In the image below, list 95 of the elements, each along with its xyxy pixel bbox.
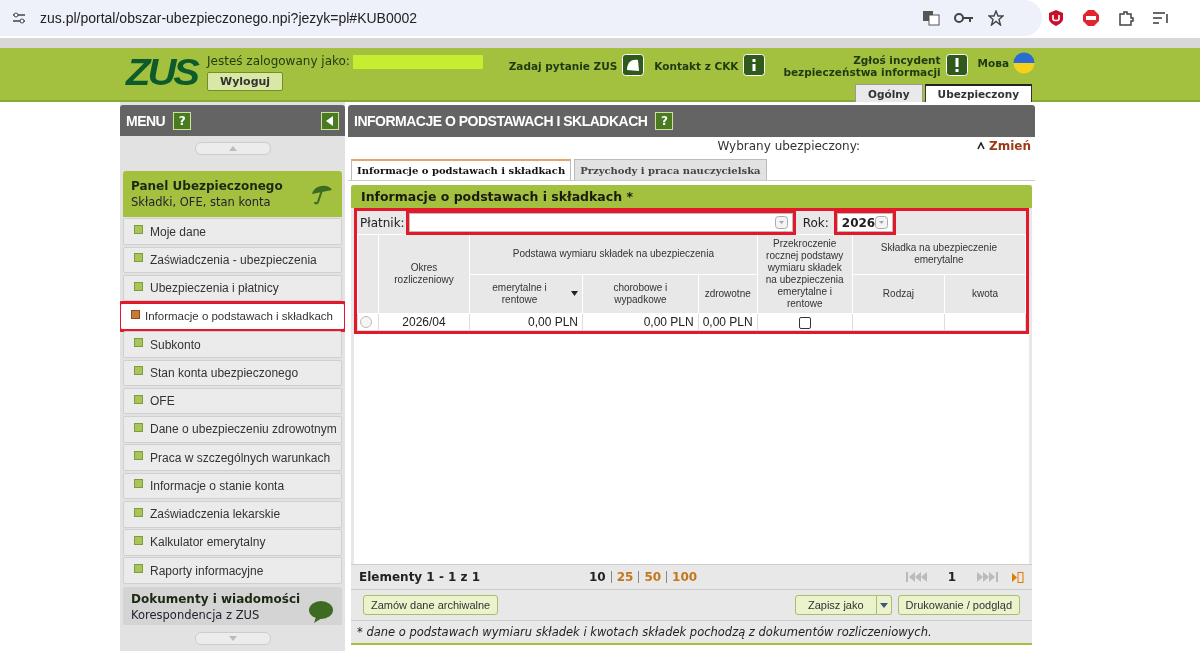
tab[interactable]: Przychody i praca nauczycielska [574,159,767,180]
chevron-up-icon [977,142,985,150]
chat-bubble-icon[interactable] [622,54,645,76]
menu-item[interactable]: Zaświadczenia - ubezpieczenia [123,246,342,274]
help-button[interactable]: ? [655,112,674,130]
column-header[interactable]: emerytalne i rentowe [469,274,583,314]
column-header: kwota [944,274,1026,314]
menu-item[interactable]: Moje dane [123,218,342,245]
menu-item[interactable]: Praca w szczególnych warunkach [123,444,342,471]
url-text: zus.pl/portal/obszar-ubezpieczonego.npi?jezyk=pl#KUB0002 [40,10,418,26]
panel-title: Dokumenty i wiadomości [131,591,302,606]
language-link[interactable]: Мова [977,57,1009,69]
column-header: Składka na ubezpieczenie emerytalne [852,234,1026,274]
panel-header[interactable]: Dokumenty i wiadomości Korespondencja z ZUS [123,586,342,626]
caret-up-icon [228,146,237,152]
reading-list-icon[interactable] [1152,11,1170,25]
items-count: Elementy 1 - 1 z 1 [359,570,482,584]
bullet-icon [134,281,143,291]
bullet-icon [134,225,143,235]
column-header: Rodzaj [852,274,945,314]
contact-link[interactable]: Kontakt z CKK [654,60,739,72]
header-tab[interactable]: Ubezpieczony [924,84,1032,102]
exclamation-icon[interactable] [945,54,968,76]
flag-icon[interactable] [1013,52,1035,74]
column-header: Przekroczenie rocznej podstawy wymiaru składek na ubezpieczenia emerytalne i rentowe [757,234,853,314]
bullet-icon [134,564,143,574]
bullet-icon [134,507,143,517]
table-cell: 0,00 PLN [469,313,583,331]
panel-subtitle: Korespondencja z ZUS [131,607,261,622]
ask-question-link[interactable]: Zadaj pytanie ZUS [508,60,618,72]
menu-item[interactable]: Dane o ubezpieczeniu zdrowotnym [123,416,342,443]
bullet-icon [134,479,143,489]
shield-icon[interactable] [1048,9,1064,27]
collapse-icon[interactable] [321,111,339,130]
menu-item[interactable]: Kalkulator emerytalny [123,529,342,556]
login-label: Jesteś zalogowany jako: [207,54,350,68]
logo[interactable]: ZUS [126,54,197,90]
payer-label: Płatnik: [360,215,405,230]
year-label: Rok: [802,215,829,230]
column-header: zdrowotne [698,274,758,314]
selected-insured-label: Wybrany ubezpieczony: [717,139,860,153]
menu-item[interactable]: Ubezpieczenia i płatnicy [123,274,342,302]
menu-item[interactable]: Raporty informacyjne [123,557,342,585]
page-size-link[interactable]: 10 [589,570,606,584]
table-cell: 2026/04 [378,313,470,331]
bullet-icon [134,394,143,404]
puzzle-icon[interactable] [1118,10,1134,26]
bullet-icon [131,309,140,319]
menu-item[interactable]: Informacje o stanie konta [123,472,342,500]
sort-arrow-icon [571,291,579,297]
bullet-icon [134,253,143,263]
radio-button[interactable] [360,316,372,328]
menu-item[interactable]: OFE [123,387,342,415]
menu-item[interactable]: Stan konta ubezpieczonego [123,359,342,387]
caret-down-icon [228,636,237,642]
panel-header[interactable]: Panel Ubezpieczonego Składki, OFE, stan konta [123,171,342,218]
help-button[interactable]: ? [173,111,192,130]
panel-subtitle: Składki, OFE, stan konta [131,195,272,210]
checkbox[interactable] [798,316,811,329]
footnote: * dane o podstawach wymiaru składek i kwotach składek pochodzą z dokumentów rozliczeniowych. [351,620,1032,643]
speech-bubble-icon [308,599,334,624]
panel-title: Panel Ubezpieczonego [131,179,284,194]
bullet-icon [134,366,143,376]
save-as-button[interactable]: Zapisz jako [794,595,877,615]
bullet-icon [134,422,143,432]
info-icon[interactable] [743,54,766,76]
menu-title: MENU [126,112,166,129]
star-icon[interactable] [988,10,1004,26]
menu-item[interactable]: Subkonto [123,331,342,358]
stop-sign-icon[interactable] [1082,9,1100,27]
section-title: Informacje o podstawach i składkach * [351,185,1032,208]
site-settings-icon [12,12,26,24]
year-dropdown[interactable]: 2026 [836,213,893,232]
tab[interactable]: Informacje o podstawach i składkach [351,159,572,180]
header-tab[interactable]: Ogólny [855,84,923,102]
print-preview-button[interactable]: Drukowanie / podgląd [897,595,1020,615]
bullet-icon [134,451,143,461]
report-incident-link[interactable]: Zgłoś incydent bezpieczeństwa informacji [783,54,941,78]
bullet-icon [134,536,143,545]
table-cell: 0,00 PLN [698,313,758,331]
page-title: INFORMACJE O PODSTAWACH I SKLADKACH [354,113,648,129]
caret-down-icon [879,602,888,608]
table-cell: 0,00 PLN [582,313,699,331]
menu-item[interactable]: Informacje o podstawach i składkach [120,303,345,330]
column-header: chorobowe i wypadkowe [582,274,699,314]
menu-item[interactable]: Zaświadczenia lekarskie [123,500,342,528]
change-link[interactable]: Zmień [977,139,1031,153]
page-number: 1 [947,570,956,584]
order-archive-button[interactable]: Zamów dane archiwalne [363,595,499,615]
translate-icon[interactable] [922,10,940,26]
column-header: Okres rozliczeniowy [378,234,470,314]
key-icon[interactable] [954,12,974,24]
column-header: Podstawa wymiaru składek na ubezpieczenia [469,234,758,274]
logout-button[interactable]: Wyloguj [207,72,284,91]
bullet-icon [134,338,143,348]
